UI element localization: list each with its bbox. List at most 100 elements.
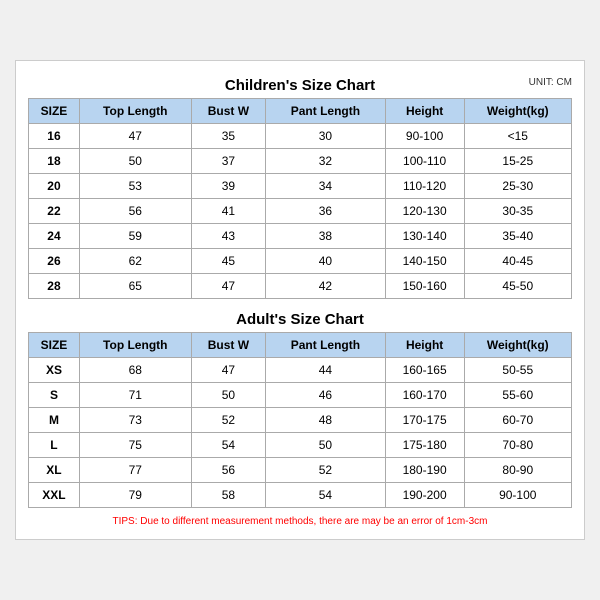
table-cell: 75 <box>79 433 191 458</box>
table-cell: 47 <box>79 124 191 149</box>
children-col-toplength: Top Length <box>79 99 191 124</box>
table-cell: 39 <box>191 174 266 199</box>
adults-col-height: Height <box>385 333 464 358</box>
table-cell: 90-100 <box>464 483 571 508</box>
table-cell: 52 <box>266 458 386 483</box>
table-cell: 59 <box>79 224 191 249</box>
table-cell: 65 <box>79 274 191 299</box>
table-cell: 16 <box>29 124 80 149</box>
table-cell: 70-80 <box>464 433 571 458</box>
table-cell: 58 <box>191 483 266 508</box>
table-row: 20533934110-12025-30 <box>29 174 572 199</box>
chart-container: Children's Size Chart UNIT: CM SIZE Top … <box>15 60 585 540</box>
table-cell: 80-90 <box>464 458 571 483</box>
table-cell: 120-130 <box>385 199 464 224</box>
table-cell: 22 <box>29 199 80 224</box>
table-cell: 54 <box>191 433 266 458</box>
table-cell: 35 <box>191 124 266 149</box>
table-cell: 30-35 <box>464 199 571 224</box>
table-cell: XS <box>29 358 80 383</box>
table-cell: M <box>29 408 80 433</box>
table-cell: 43 <box>191 224 266 249</box>
adults-table: SIZE Top Length Bust W Pant Length Heigh… <box>28 332 572 508</box>
table-cell: 46 <box>266 383 386 408</box>
table-row: XL775652180-19080-90 <box>29 458 572 483</box>
adults-col-bustw: Bust W <box>191 333 266 358</box>
children-section-title: Children's Size Chart UNIT: CM <box>28 71 572 98</box>
table-cell: 20 <box>29 174 80 199</box>
children-table-header: SIZE Top Length Bust W Pant Length Heigh… <box>29 99 572 124</box>
table-cell: 32 <box>266 149 386 174</box>
table-cell: 47 <box>191 274 266 299</box>
table-cell: 170-175 <box>385 408 464 433</box>
tips-text: TIPS: Due to different measurement metho… <box>28 514 572 529</box>
adults-col-weight: Weight(kg) <box>464 333 571 358</box>
table-cell: 26 <box>29 249 80 274</box>
table-row: XS684744160-16550-55 <box>29 358 572 383</box>
adults-col-size: SIZE <box>29 333 80 358</box>
adults-section-title: Adult's Size Chart <box>28 305 572 332</box>
table-cell: <15 <box>464 124 571 149</box>
children-col-height: Height <box>385 99 464 124</box>
table-cell: 48 <box>266 408 386 433</box>
table-cell: 73 <box>79 408 191 433</box>
table-cell: 28 <box>29 274 80 299</box>
table-cell: 130-140 <box>385 224 464 249</box>
adults-col-pantlength: Pant Length <box>266 333 386 358</box>
table-cell: 50 <box>266 433 386 458</box>
table-cell: 71 <box>79 383 191 408</box>
table-cell: 38 <box>266 224 386 249</box>
children-table-body: 1647353090-100<1518503732100-11015-25205… <box>29 124 572 299</box>
adults-title: Adult's Size Chart <box>236 311 364 328</box>
table-cell: 40-45 <box>464 249 571 274</box>
table-cell: 68 <box>79 358 191 383</box>
table-cell: 50 <box>79 149 191 174</box>
table-row: 18503732100-11015-25 <box>29 149 572 174</box>
table-cell: 160-165 <box>385 358 464 383</box>
table-cell: 110-120 <box>385 174 464 199</box>
table-cell: 44 <box>266 358 386 383</box>
table-cell: 56 <box>79 199 191 224</box>
table-cell: 180-190 <box>385 458 464 483</box>
table-cell: 140-150 <box>385 249 464 274</box>
table-cell: 77 <box>79 458 191 483</box>
table-row: 28654742150-16045-50 <box>29 274 572 299</box>
table-cell: 15-25 <box>464 149 571 174</box>
table-cell: 35-40 <box>464 224 571 249</box>
table-cell: 40 <box>266 249 386 274</box>
table-cell: 62 <box>79 249 191 274</box>
table-cell: 56 <box>191 458 266 483</box>
adults-table-body: XS684744160-16550-55S715046160-17055-60M… <box>29 358 572 508</box>
table-cell: 150-160 <box>385 274 464 299</box>
table-row: XXL795854190-20090-100 <box>29 483 572 508</box>
table-row: L755450175-18070-80 <box>29 433 572 458</box>
table-cell: 45-50 <box>464 274 571 299</box>
table-cell: 60-70 <box>464 408 571 433</box>
children-title: Children's Size Chart <box>225 77 375 94</box>
table-cell: 53 <box>79 174 191 199</box>
table-cell: 54 <box>266 483 386 508</box>
table-row: 22564136120-13030-35 <box>29 199 572 224</box>
children-col-size: SIZE <box>29 99 80 124</box>
table-cell: 42 <box>266 274 386 299</box>
table-cell: 34 <box>266 174 386 199</box>
table-cell: XL <box>29 458 80 483</box>
table-cell: 37 <box>191 149 266 174</box>
table-row: 24594338130-14035-40 <box>29 224 572 249</box>
table-cell: 175-180 <box>385 433 464 458</box>
children-col-pantlength: Pant Length <box>266 99 386 124</box>
table-cell: 50-55 <box>464 358 571 383</box>
table-cell: 18 <box>29 149 80 174</box>
children-col-bustw: Bust W <box>191 99 266 124</box>
table-cell: 24 <box>29 224 80 249</box>
adults-table-header: SIZE Top Length Bust W Pant Length Heigh… <box>29 333 572 358</box>
table-cell: 55-60 <box>464 383 571 408</box>
table-cell: 190-200 <box>385 483 464 508</box>
table-cell: 90-100 <box>385 124 464 149</box>
table-row: M735248170-17560-70 <box>29 408 572 433</box>
table-row: 1647353090-100<15 <box>29 124 572 149</box>
table-cell: S <box>29 383 80 408</box>
table-cell: 36 <box>266 199 386 224</box>
table-cell: 41 <box>191 199 266 224</box>
table-cell: XXL <box>29 483 80 508</box>
